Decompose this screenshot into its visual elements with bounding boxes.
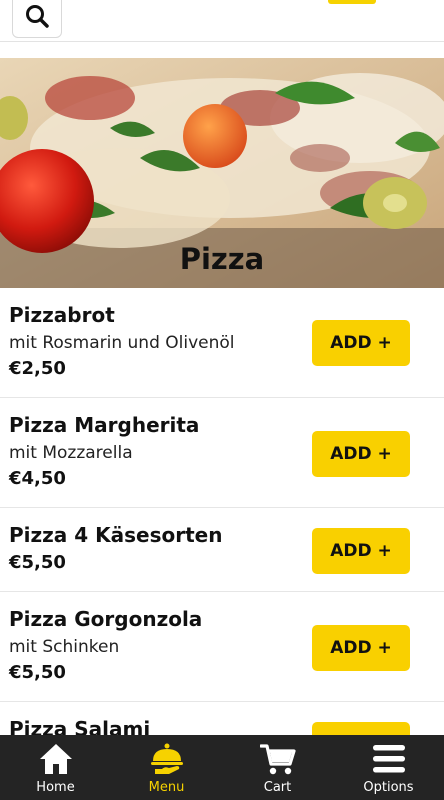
nav-label-menu: Menu <box>148 780 185 795</box>
search-icon <box>26 5 49 28</box>
cloche-icon <box>150 743 183 774</box>
menu-item: Pizza Gorgonzola mit Schinken €5,50 ADD … <box>0 592 444 702</box>
nav-menu[interactable]: Menu <box>111 735 222 800</box>
nav-cart[interactable]: Cart <box>222 735 333 800</box>
nav-options[interactable]: Options <box>333 735 444 800</box>
search-button[interactable] <box>12 0 62 38</box>
top-bar <box>0 0 444 42</box>
menu-item: Pizza Margherita mit Mozzarella €4,50 AD… <box>0 398 444 508</box>
nav-label-home: Home <box>36 780 75 795</box>
nav-label-cart: Cart <box>263 780 292 795</box>
menu-lines-icon <box>372 745 405 773</box>
menu-item: Pizza 4 Käsesorten €5,50 ADD + <box>0 508 444 592</box>
cart-icon <box>259 744 296 775</box>
nav-label-options: Options <box>363 780 414 795</box>
home-icon <box>39 744 72 774</box>
category-title: Pizza <box>179 242 265 276</box>
category-hero: Pizza <box>0 58 444 288</box>
bottom-nav: Home Menu Cart Options <box>0 735 444 800</box>
add-button[interactable]: ADD + <box>312 320 410 366</box>
add-button[interactable]: ADD + <box>312 431 410 477</box>
menu-item: Pizzabrot mit Rosmarin und Olivenöl €2,5… <box>0 288 444 398</box>
add-button[interactable]: ADD + <box>312 528 410 574</box>
nav-home[interactable]: Home <box>0 735 111 800</box>
menu-list: Pizzabrot mit Rosmarin und Olivenöl €2,5… <box>0 288 444 800</box>
add-button[interactable]: ADD + <box>312 625 410 671</box>
top-accent-bar <box>328 0 376 4</box>
